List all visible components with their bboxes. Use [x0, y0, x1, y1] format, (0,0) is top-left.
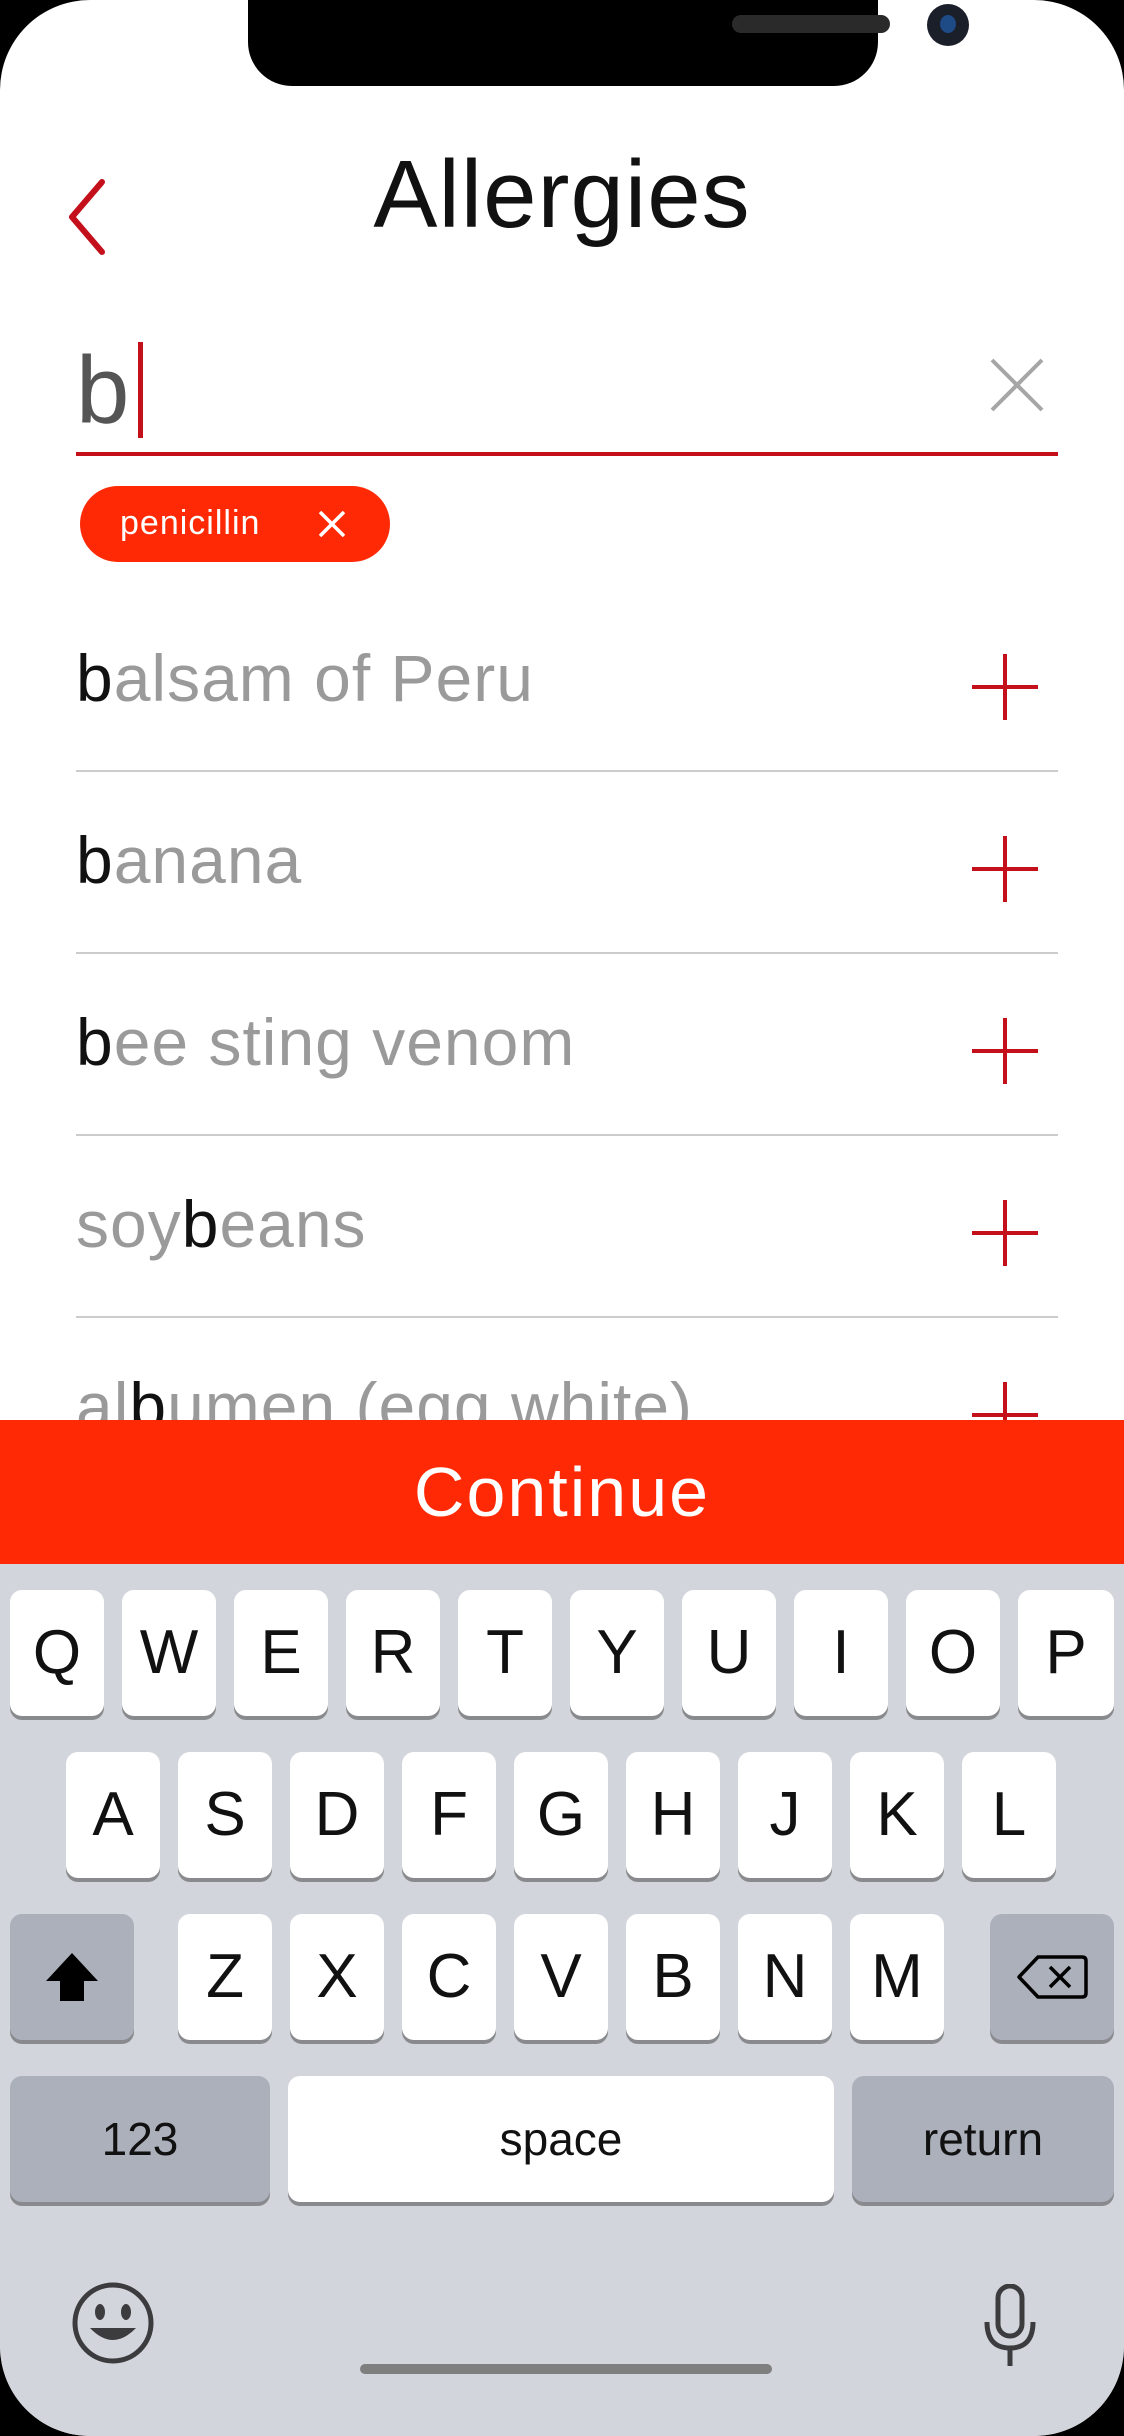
phone-screen: Allergies penicillin balsam of Peru — [0, 0, 1124, 2436]
key-e[interactable]: E — [234, 1590, 328, 1716]
result-label: soybeans — [76, 1187, 367, 1261]
emoji-icon — [72, 2282, 154, 2364]
remove-chip-button[interactable] — [312, 504, 352, 544]
key-g[interactable]: G — [514, 1752, 608, 1878]
front-camera — [927, 4, 969, 46]
key-u[interactable]: U — [682, 1590, 776, 1716]
key-t[interactable]: T — [458, 1590, 552, 1716]
close-icon — [990, 358, 1044, 412]
device-notch — [248, 0, 969, 86]
list-item[interactable]: albumen (egg white) — [76, 1318, 1058, 1422]
plus-icon — [972, 1018, 1038, 1084]
key-k[interactable]: K — [850, 1752, 944, 1878]
key-y[interactable]: Y — [570, 1590, 664, 1716]
key-j[interactable]: J — [738, 1752, 832, 1878]
plus-icon — [972, 654, 1038, 720]
key-s[interactable]: S — [178, 1752, 272, 1878]
key-o[interactable]: O — [906, 1590, 1000, 1716]
key-m[interactable]: M — [850, 1914, 944, 2040]
key-p[interactable]: P — [1018, 1590, 1114, 1716]
results-list: balsam of Peru banana bee sting venom so… — [0, 590, 1124, 1422]
chip-label: penicillin — [120, 504, 261, 542]
key-i[interactable]: I — [794, 1590, 888, 1716]
key-q[interactable]: Q — [10, 1590, 104, 1716]
key-b[interactable]: B — [626, 1914, 720, 2040]
plus-icon — [972, 836, 1038, 902]
clear-search-button[interactable] — [982, 350, 1052, 420]
list-item[interactable]: bee sting venom — [76, 954, 1058, 1136]
result-label: bee sting venom — [76, 1005, 576, 1079]
header: Allergies — [0, 120, 1124, 270]
key-d[interactable]: D — [290, 1752, 384, 1878]
text-caret — [138, 342, 143, 438]
home-indicator[interactable] — [360, 2364, 772, 2374]
key-w[interactable]: W — [122, 1590, 216, 1716]
key-x[interactable]: X — [290, 1914, 384, 2040]
emoji-button[interactable] — [70, 2280, 156, 2366]
plus-icon — [972, 1382, 1038, 1422]
search-input[interactable] — [76, 320, 956, 452]
speaker-grille — [732, 15, 890, 33]
add-allergy-button[interactable] — [970, 1380, 1040, 1422]
numbers-key[interactable]: 123 — [10, 2076, 270, 2202]
key-z[interactable]: Z — [178, 1914, 272, 2040]
key-l[interactable]: L — [962, 1752, 1056, 1878]
list-item[interactable]: banana — [76, 772, 1058, 954]
microphone-icon — [984, 2283, 1036, 2366]
shift-icon — [46, 1953, 98, 2001]
list-item[interactable]: balsam of Peru — [76, 590, 1058, 772]
search-field[interactable] — [76, 320, 1058, 456]
key-r[interactable]: R — [346, 1590, 440, 1716]
microphone-button[interactable] — [982, 2283, 1038, 2370]
result-label: banana — [76, 823, 303, 897]
space-key[interactable]: space — [288, 2076, 834, 2202]
key-c[interactable]: C — [402, 1914, 496, 2040]
close-icon — [318, 510, 346, 538]
add-allergy-button[interactable] — [970, 834, 1040, 904]
list-item[interactable]: soybeans — [76, 1136, 1058, 1318]
on-screen-keyboard: Q W E R T Y U I O P A S D F G H J K L Z … — [0, 1564, 1124, 2436]
add-allergy-button[interactable] — [970, 652, 1040, 722]
continue-button[interactable]: Continue — [0, 1420, 1124, 1564]
plus-icon — [972, 1200, 1038, 1266]
key-h[interactable]: H — [626, 1752, 720, 1878]
result-label: balsam of Peru — [76, 641, 534, 715]
selected-allergy-chip[interactable]: penicillin — [80, 486, 390, 562]
key-f[interactable]: F — [402, 1752, 496, 1878]
add-allergy-button[interactable] — [970, 1198, 1040, 1268]
key-v[interactable]: V — [514, 1914, 608, 2040]
backspace-icon — [1017, 1955, 1088, 1999]
key-n[interactable]: N — [738, 1914, 832, 2040]
key-a[interactable]: A — [66, 1752, 160, 1878]
backspace-key[interactable] — [990, 1914, 1114, 2040]
result-label: albumen (egg white) — [76, 1369, 694, 1422]
return-key[interactable]: return — [852, 2076, 1114, 2202]
page-title: Allergies — [373, 141, 751, 248]
add-allergy-button[interactable] — [970, 1016, 1040, 1086]
shift-key[interactable] — [10, 1914, 134, 2040]
